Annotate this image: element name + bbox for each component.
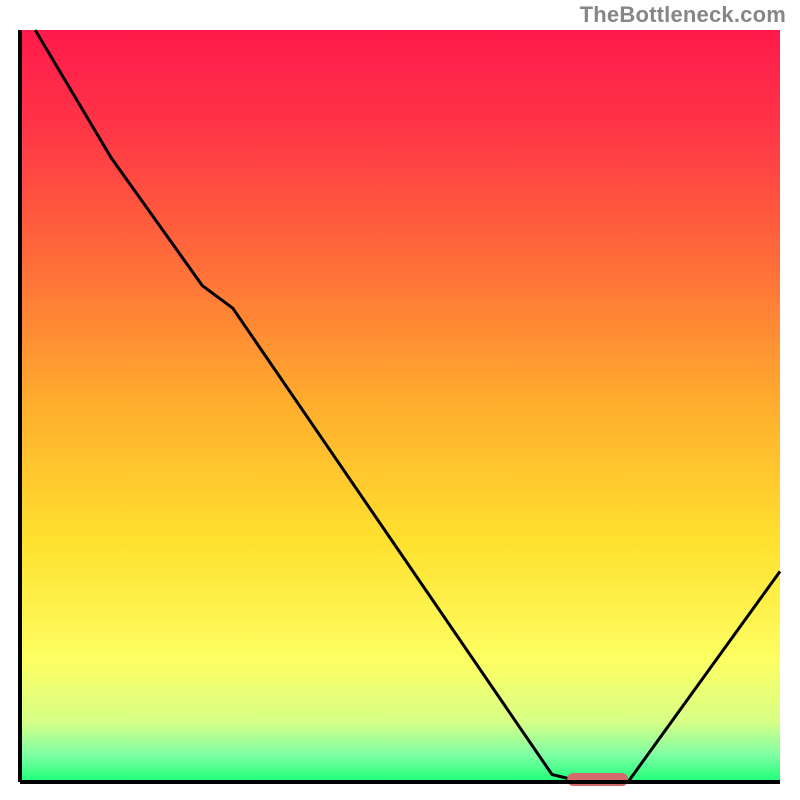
optimal-range-marker [567, 773, 628, 786]
plot-background [20, 30, 780, 782]
bottleneck-chart: TheBottleneck.com [0, 0, 800, 800]
chart-svg [0, 0, 800, 800]
